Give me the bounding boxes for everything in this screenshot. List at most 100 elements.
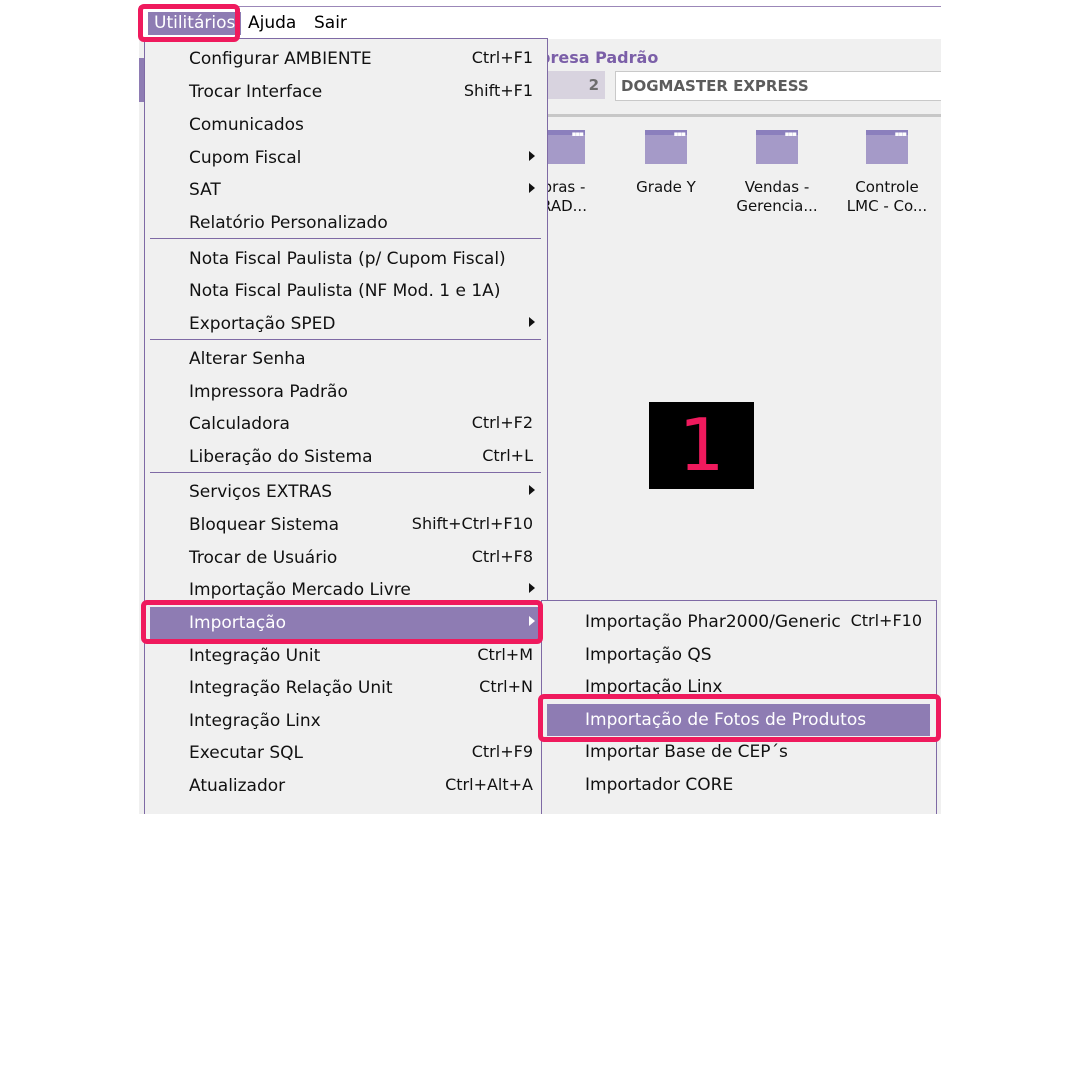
step-number-badge: 1 [649,402,754,489]
menu-item-label: Trocar de Usuário [189,548,338,568]
menu-item-shortcut: Ctrl+F1 [471,48,533,67]
submenu-item-fotos-produtos[interactable]: Importação de Fotos de Produtos [547,704,930,736]
menu-item-shortcut: Shift+Ctrl+F10 [411,514,533,533]
menu-item-shortcut: Ctrl+F9 [471,742,533,761]
menu-item-label: Comunicados [189,115,304,135]
menu-item-label: Bloquear Sistema [189,515,340,535]
menu-item-bloquear-sistema[interactable]: Bloquear Sistema Shift+Ctrl+F10 [145,509,547,541]
submenu-arrow-icon [529,183,535,193]
menu-item-comunicados[interactable]: Comunicados [145,109,547,141]
submenu-arrow-icon [529,583,535,593]
menu-item-integracao-relacao-unit[interactable]: Integração Relação Unit Ctrl+N [145,672,547,704]
menu-item-exportacao-sped[interactable]: Exportação SPED [145,308,547,340]
company-code-field[interactable]: 2 [547,71,605,99]
menu-item-label: Importação Linx [585,677,723,697]
window-icon [866,125,908,164]
menu-separator [150,238,541,239]
menu-item-executar-sql[interactable]: Executar SQL Ctrl+F9 [145,737,547,769]
shortcut-label: Grade Y [636,178,696,196]
menu-separator [150,472,541,473]
menu-item-shortcut: Ctrl+N [479,677,533,696]
menu-item-label: Integração Relação Unit [189,678,393,698]
menu-item-servicos-extras[interactable]: Serviços EXTRAS [145,476,547,508]
company-name-field[interactable]: DOGMASTER EXPRESS [615,71,941,101]
menu-item-alterar-senha[interactable]: Alterar Senha [145,343,547,375]
menu-item-label: Nota Fiscal Paulista (p/ Cupom Fiscal) [189,249,506,269]
shortcut-grade-y[interactable]: Grade Y [616,125,716,197]
menu-item-label: Serviços EXTRAS [189,482,333,502]
app-window: Utilitários Ajuda Sair presa Padrão 2 DO… [139,6,941,814]
header-divider [539,114,941,117]
menu-item-cupom-fiscal[interactable]: Cupom Fiscal [145,142,547,174]
menu-sair[interactable]: Sair [314,13,347,33]
menu-item-configurar-ambiente[interactable]: Configurar AMBIENTE Ctrl+F1 [145,43,547,75]
submenu-item-qs[interactable]: Importação QS [542,639,936,671]
menu-item-importacao[interactable]: Importação [150,607,541,639]
importacao-submenu: Importação Phar2000/Generic Ctrl+F10 Imp… [541,600,937,814]
menu-item-label: Alterar Senha [189,349,306,369]
company-title: presa Padrão [539,48,659,67]
menu-item-label: Trocar Interface [189,82,323,102]
shortcut-label: Controle [855,178,919,196]
menu-item-shortcut: Ctrl+F2 [471,413,533,432]
menu-item-label: Atualizador [189,776,286,796]
shortcut-controle[interactable]: Controle LMC - Co... [837,125,937,216]
menu-item-label: Relatório Personalizado [189,213,388,233]
menu-item-trocar-usuario[interactable]: Trocar de Usuário Ctrl+F8 [145,542,547,574]
menu-item-shortcut: Shift+F1 [463,81,533,100]
menu-item-label: Nota Fiscal Paulista (NF Mod. 1 e 1A) [189,281,501,301]
menu-item-label: Exportação SPED [189,314,336,334]
menu-item-label: Calculadora [189,414,290,434]
menu-item-trocar-interface[interactable]: Trocar Interface Shift+F1 [145,76,547,108]
window-icon [756,125,798,164]
shortcut-vendas[interactable]: Vendas - Gerencia... [727,125,827,216]
utilitarios-menu: Configurar AMBIENTE Ctrl+F1 Trocar Inter… [144,38,548,814]
menu-item-importacao-mercado-livre[interactable]: Importação Mercado Livre [145,574,547,606]
menu-item-shortcut: Ctrl+M [477,645,533,664]
menu-item-shortcut: Ctrl+F8 [471,547,533,566]
menu-item-label: Executar SQL [189,743,303,763]
menu-item-sat[interactable]: SAT [145,174,547,206]
submenu-arrow-icon [529,616,535,626]
menu-item-shortcut: Ctrl+Alt+A [445,775,533,794]
submenu-item-core[interactable]: Importador CORE [542,769,936,801]
submenu-arrow-icon [529,485,535,495]
menu-item-nfp-mod[interactable]: Nota Fiscal Paulista (NF Mod. 1 e 1A) [145,275,547,307]
menu-item-relatorio-personalizado[interactable]: Relatório Personalizado [145,207,547,239]
menu-item-label: SAT [189,180,221,200]
submenu-arrow-icon [529,317,535,327]
menu-item-label: Importação Mercado Livre [189,580,411,600]
window-icon [543,125,585,164]
menu-item-atualizador[interactable]: Atualizador Ctrl+Alt+A [145,770,547,802]
submenu-item-cep[interactable]: Importar Base de CEP´s [542,736,936,768]
menubar: Utilitários Ajuda Sair [139,6,941,39]
menu-item-shortcut: Ctrl+L [482,446,533,465]
menu-item-liberacao-sistema[interactable]: Liberação do Sistema Ctrl+L [145,441,547,473]
menu-item-label: Cupom Fiscal [189,148,302,168]
menu-item-label: Liberação do Sistema [189,447,373,467]
menu-item-label: Integração Unit [189,646,321,666]
submenu-item-phar2000[interactable]: Importação Phar2000/Generic Ctrl+F10 [542,606,936,638]
menu-item-integracao-unit[interactable]: Integração Unit Ctrl+M [145,640,547,672]
menu-ajuda[interactable]: Ajuda [248,13,296,33]
menu-item-label: Importação Phar2000/Generic [585,612,841,632]
menu-item-label: Importação de Fotos de Produtos [585,710,867,730]
menu-item-integracao-linx[interactable]: Integração Linx [145,705,547,737]
menu-utilitarios[interactable]: Utilitários [148,12,242,35]
menu-item-label: Integração Linx [189,711,321,731]
submenu-item-linx[interactable]: Importação Linx [542,671,936,703]
menu-item-shortcut: Ctrl+F10 [850,611,922,630]
menu-separator [150,339,541,340]
menu-item-label: Importação QS [585,645,712,665]
shortcut-label: Gerencia... [736,197,818,215]
menu-item-label: Importação [189,613,287,633]
menu-item-calculadora[interactable]: Calculadora Ctrl+F2 [145,408,547,440]
menu-item-impressora-padrao[interactable]: Impressora Padrão [145,376,547,408]
window-icon [645,125,687,164]
menu-item-label: Configurar AMBIENTE [189,49,372,69]
menu-item-label: Impressora Padrão [189,382,348,402]
shortcut-label: Vendas - [744,178,810,196]
menu-item-nfp-cupom[interactable]: Nota Fiscal Paulista (p/ Cupom Fiscal) [145,243,547,275]
menu-item-label: Importar Base de CEP´s [585,742,788,762]
shortcut-label: LMC - Co... [846,197,928,215]
